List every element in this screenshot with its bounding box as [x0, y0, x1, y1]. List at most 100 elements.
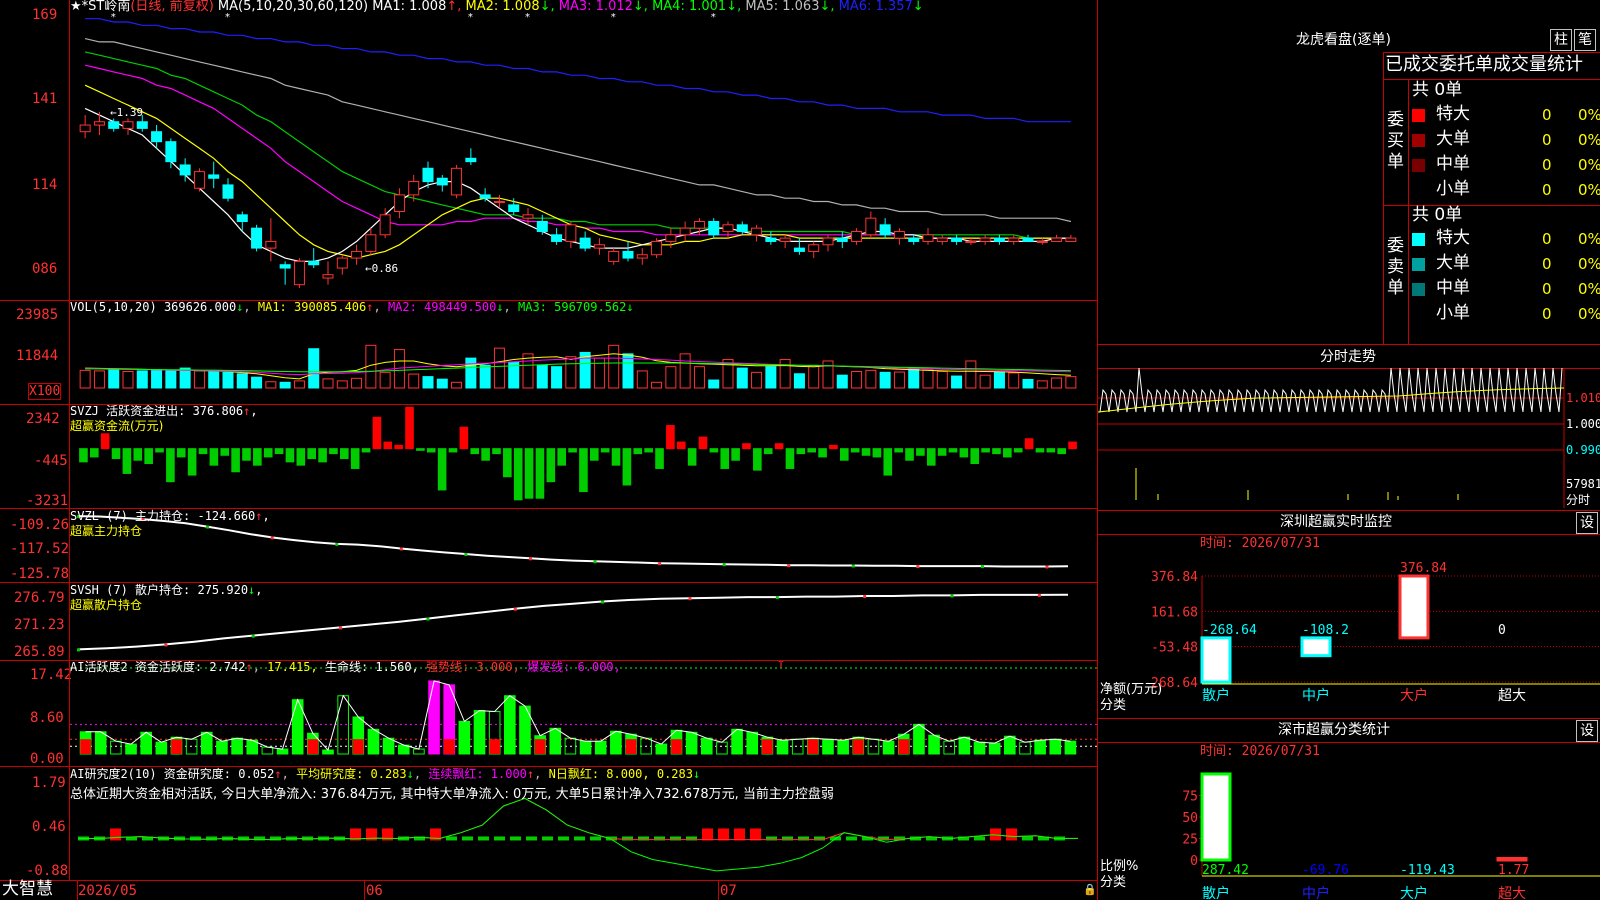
volume-bar: [865, 369, 877, 389]
money-flow-bar: [198, 448, 208, 455]
money-flow-bar: [144, 448, 153, 465]
money-flow-bar: [709, 448, 719, 453]
candle-body: [136, 121, 148, 129]
monitor-bar: [1398, 574, 1430, 640]
retail-holding-line-dot: [950, 594, 954, 598]
y-tick-ai2-1: 1.79: [32, 775, 66, 791]
candle-body: [808, 244, 820, 252]
volume-bar: [936, 370, 948, 389]
activity-bar: [1019, 741, 1031, 755]
monitor-bar-chart[interactable]: 376.84161.68-53.48-268.64-268.64散户-108.2…: [1098, 556, 1600, 716]
volume-bar: [551, 366, 563, 389]
monitor-category-label: 中户: [1302, 687, 1330, 704]
activity-bar-base: [671, 739, 682, 754]
ma-value-4: MA4: 1.001↓,: [647, 0, 742, 14]
volume-bar: [1065, 376, 1077, 389]
candle-body: [922, 234, 934, 242]
volume-bar: [1022, 378, 1034, 389]
candle-body: [736, 224, 748, 232]
money-flow-bar: [948, 448, 958, 453]
candle-body: [422, 167, 434, 183]
activity-bar: [655, 743, 668, 755]
candle-body: [479, 194, 491, 199]
candle-body: [565, 224, 577, 242]
class-category-label: 大户: [1400, 885, 1428, 900]
class-tick: 25: [1182, 833, 1198, 848]
volume-bar: [922, 369, 934, 389]
candle-body: [336, 257, 348, 269]
monitor-tick: 161.68: [1151, 605, 1198, 620]
candle-body: [208, 174, 220, 179]
activity-bar: [882, 740, 895, 755]
money-flow-bar: [242, 448, 251, 461]
money-flow-bar: [296, 448, 306, 466]
intraday-chart[interactable]: [1098, 368, 1568, 508]
class-title: 深市超赢分类统计: [1278, 722, 1390, 738]
monitor-tick: 376.84: [1151, 570, 1198, 585]
volume-bar: [136, 370, 148, 389]
candlestick-chart[interactable]: * * * * * *: [70, 0, 1097, 300]
ai-research-chart[interactable]: [70, 766, 1097, 880]
monitor-settings-button[interactable]: 设: [1576, 512, 1598, 534]
candle-body: [908, 237, 920, 242]
monitor-bar: [1300, 636, 1332, 658]
order-pct: 0%: [1578, 280, 1600, 298]
tick-mode-button[interactable]: 笔: [1574, 29, 1596, 51]
ma30-line: [84, 51, 1071, 239]
activity-bar-base: [762, 739, 773, 754]
order-pct: 0%: [1578, 305, 1600, 323]
buy-total: 共 0单: [1412, 80, 1463, 100]
money-flow-bar: [611, 448, 621, 466]
volume-bar: [751, 371, 763, 389]
order-count: 0: [1542, 131, 1552, 149]
vol-ma3: MA3: 596709.562: [518, 300, 627, 314]
money-flow-bar: [318, 448, 327, 463]
ai-activity-chart[interactable]: ↑: [70, 660, 1097, 766]
y-tick-svzj-3: -3231: [26, 493, 69, 509]
activity-bar: [94, 731, 107, 755]
sell-side-label: 委卖单: [1387, 236, 1404, 298]
candle-body: [822, 237, 834, 246]
monitor-value-label: -268.64: [1202, 623, 1257, 638]
research-bar: [446, 836, 457, 841]
volume-bar: [293, 380, 305, 389]
order-size-label: 小单: [1436, 179, 1470, 199]
vol-header: VOL(5,10,20) 369626.000↓, MA1: 390085.40…: [70, 300, 634, 314]
money-flow-bar: [122, 448, 132, 474]
candle-body: [993, 237, 1005, 242]
money-flow-bar: [644, 448, 653, 453]
order-count: 0: [1542, 181, 1552, 199]
monitor-value-label: -108.2: [1302, 623, 1349, 638]
research-bar: [478, 836, 489, 841]
y-tick-main-1: 169: [32, 7, 58, 23]
candle-body: [622, 250, 634, 259]
money-flow-bar: [166, 448, 175, 483]
svzj-chart[interactable]: [70, 404, 1097, 508]
class-bar-chart[interactable]: 75 50 25 0 287.42 散户 -69.76 中户 -119.43 大户 1.77 超大: [1098, 764, 1600, 900]
activity-bar-base: [489, 739, 500, 754]
candle-body: [836, 237, 848, 242]
class-settings-button[interactable]: 设: [1576, 720, 1598, 742]
volume-chart[interactable]: [70, 300, 1097, 404]
volume-bar: [1036, 380, 1048, 389]
order-count: 0: [1542, 280, 1552, 298]
intraday-vol-max: 57981: [1566, 477, 1600, 491]
class-category-label: 中户: [1302, 885, 1330, 900]
class-value-label: 287.42: [1202, 863, 1249, 878]
volume-bar: [765, 366, 777, 389]
class-bar: [1496, 856, 1528, 862]
volume-bar: [908, 367, 920, 389]
ma-value-5: MA5: 1.063↓,: [741, 0, 835, 14]
bar-mode-button[interactable]: 柱: [1550, 29, 1572, 51]
candle-body: [108, 121, 120, 129]
candle-body: [851, 230, 863, 242]
vol-unit-button[interactable]: X100: [28, 383, 62, 400]
monitor-value-label: 0: [1498, 623, 1506, 638]
activity-bar: [458, 720, 471, 755]
research-bar: [542, 836, 553, 841]
activity-bar: [716, 741, 728, 755]
candle-body: [436, 177, 448, 186]
money-flow-bar: [840, 448, 849, 461]
money-flow-bar: [731, 448, 740, 461]
money-flow-bar: [416, 448, 425, 451]
